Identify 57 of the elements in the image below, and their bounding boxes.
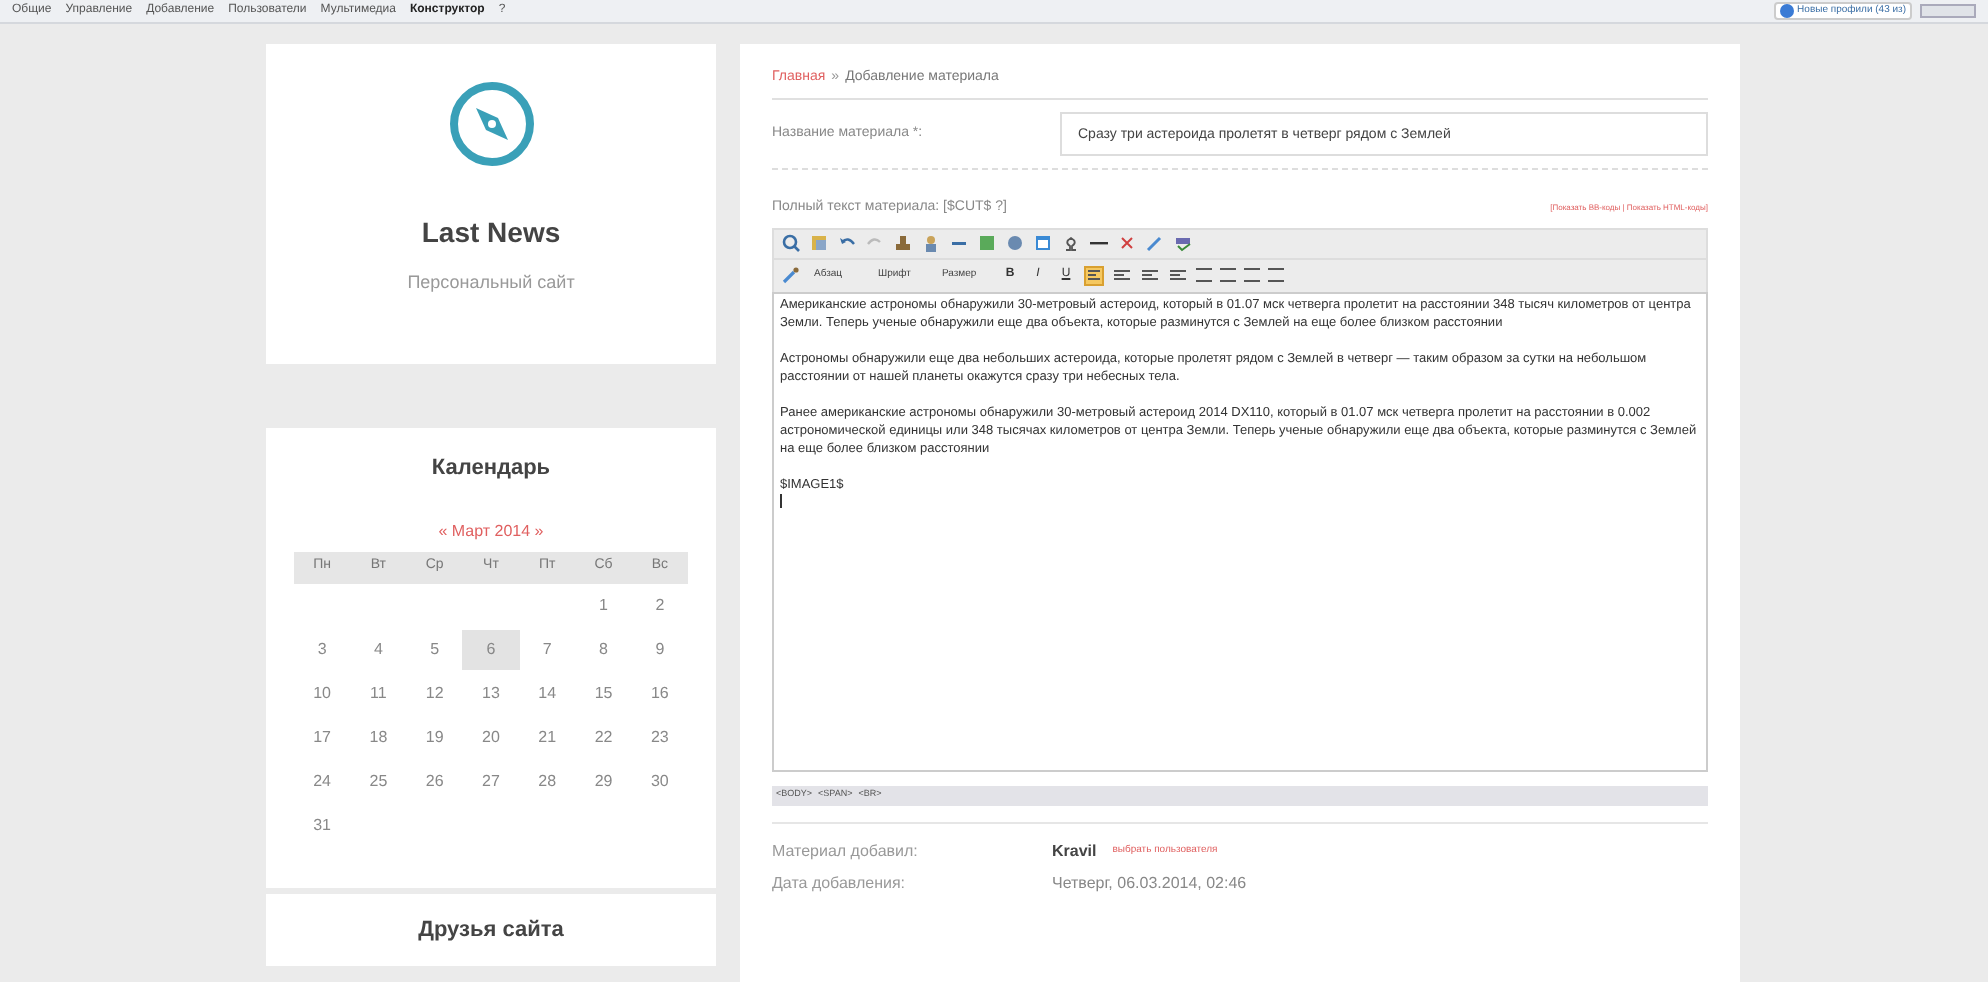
calendar-day[interactable]: 31: [294, 805, 351, 845]
calendar-day[interactable]: 17: [294, 717, 351, 757]
calendar-day[interactable]: 10: [294, 673, 351, 713]
calendar-day[interactable]: 2: [631, 585, 688, 625]
brush-icon[interactable]: [782, 266, 800, 284]
profile-icon: [1779, 4, 1794, 18]
calendar-day[interactable]: 11: [350, 673, 407, 713]
pencil-icon[interactable]: [1146, 234, 1164, 252]
calendar-day[interactable]: 8: [575, 629, 632, 669]
spellcheck-icon[interactable]: [1174, 234, 1192, 252]
calendar-day[interactable]: 4: [350, 629, 407, 669]
meta-value: Четверг, 06.03.2014, 02:46: [1052, 871, 1247, 895]
site-subtitle: Персональный сайт: [407, 270, 575, 296]
calendar-day[interactable]: 26: [406, 761, 463, 801]
calendar-day[interactable]: 3: [294, 629, 351, 669]
editor-content[interactable]: [772, 291, 1708, 771]
calendar-day[interactable]: 21: [519, 717, 576, 757]
calendar-day[interactable]: 27: [462, 761, 520, 801]
calendar-day[interactable]: 12: [406, 673, 463, 713]
calendar-day[interactable]: 24: [294, 761, 351, 801]
calendar-day[interactable]: 29: [575, 761, 632, 801]
calendar-day[interactable]: 9: [631, 629, 688, 669]
compass-icon: [447, 80, 535, 168]
meta-label: Дата добавления:: [772, 871, 908, 895]
calendar-day[interactable]: 19: [406, 717, 463, 757]
month-nav[interactable]: « Март 2014 »: [294, 519, 688, 543]
stamp-icon[interactable]: [894, 234, 912, 252]
calendar-day[interactable]: 25: [350, 761, 407, 801]
search-icon[interactable]: [782, 234, 800, 252]
calendar-day[interactable]: 15: [575, 673, 632, 713]
text-cursor: [780, 493, 782, 507]
calendar-day[interactable]: 13: [462, 673, 520, 713]
calendar-day[interactable]: 23: [631, 717, 688, 757]
clipboard-icon[interactable]: [810, 234, 828, 252]
meta-value: Kravil: [1052, 839, 1097, 863]
align-button[interactable]: [1168, 265, 1188, 285]
meta-label: Материал добавил:: [772, 839, 920, 863]
friends-title: Друзья сайта: [416, 916, 566, 946]
calendar-day[interactable]: 30: [631, 761, 688, 801]
calendar-day[interactable]: 5: [406, 629, 463, 669]
align-button[interactable]: [1140, 265, 1160, 285]
calendar-day[interactable]: 1: [575, 585, 632, 625]
calendar-day[interactable]: 6: [462, 629, 520, 669]
window-icon[interactable]: [1034, 234, 1052, 252]
align-button[interactable]: [1112, 265, 1132, 285]
calendar-title: Календарь: [429, 454, 553, 484]
calendar-day[interactable]: 22: [575, 717, 632, 757]
calendar-day[interactable]: 18: [350, 717, 407, 757]
site-title: Last News: [421, 214, 561, 252]
calendar-day[interactable]: 14: [519, 673, 576, 713]
align-button[interactable]: [1084, 265, 1104, 285]
person-icon[interactable]: [922, 234, 940, 252]
calendar-day[interactable]: 20: [462, 717, 520, 757]
calendar-day[interactable]: 7: [519, 629, 576, 669]
calendar-day[interactable]: 28: [519, 761, 576, 801]
panel-toggle-icon[interactable]: [1920, 4, 1976, 18]
calendar-day[interactable]: 16: [631, 673, 688, 713]
